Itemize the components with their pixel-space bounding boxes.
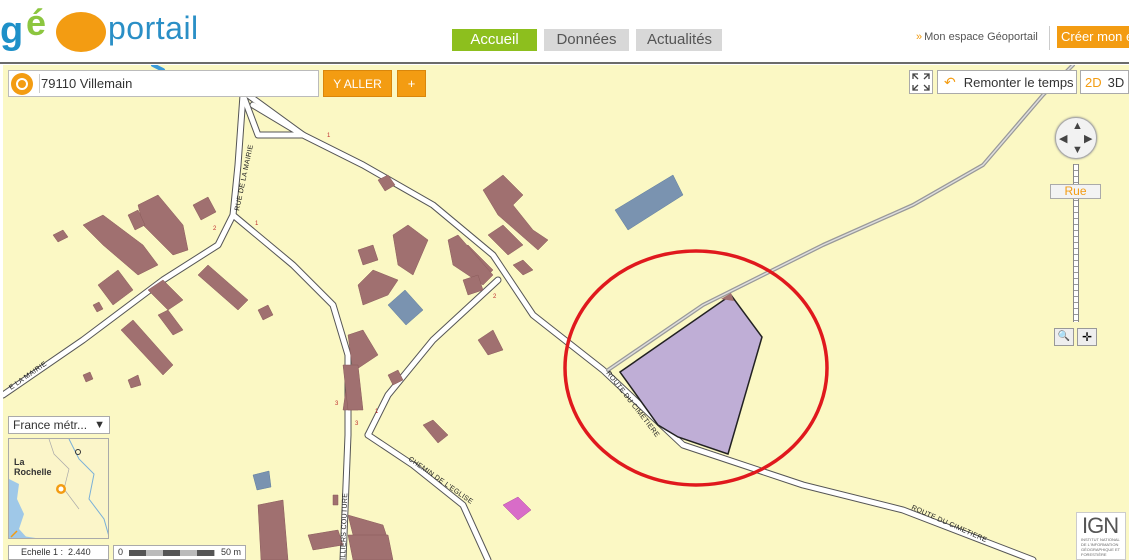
mode-2d-button[interactable]: 2D [1085,75,1102,90]
create-account-button[interactable]: Créer mon e [1057,26,1129,48]
ign-logo[interactable]: IGN INSTITUT NATIONAL DE L'INFORMATION G… [1076,512,1126,560]
go-button[interactable]: Y ALLER [323,70,392,97]
zoom-box-icon[interactable]: 🔍 [1054,328,1074,346]
scale-bar: 0 50 m [113,545,246,560]
map-layer: 1 2 1 2 3 3 1 RUE DE LA MAIRIE E LA MAIR… [3,65,1075,560]
pan-down-icon[interactable]: ▼ [1072,144,1083,156]
header-bar: g é portail Accueil Données Actualités »… [0,0,1129,64]
svg-text:1: 1 [327,133,331,139]
street-label-rue-mairie-2: E LA MAIRIE [8,361,48,392]
street-label-chemin-eglise: CHEMIN DE L'EGLISE [407,456,474,506]
search-bar [8,70,319,97]
mon-espace-link[interactable]: » Mon espace Géoportail [916,31,1038,43]
territory-select[interactable]: France métr... ▼ [8,416,110,434]
zoom-level-label[interactable]: Rue [1050,184,1101,199]
logo-geo-mark: g é [0,2,108,54]
geoportail-logo[interactable]: g é portail [0,2,198,54]
nav-donnees[interactable]: Données [544,29,629,51]
pan-right-icon[interactable]: ▶ [1084,132,1092,145]
remonter-le-temps-button[interactable]: ↶ Remonter le temps [937,70,1077,94]
mode-3d-button[interactable]: 3D [1108,75,1125,90]
main-nav: Accueil Données Actualités [452,29,722,51]
minimap-city-label: La Rochelle [14,457,52,477]
minimap-layer [9,439,108,538]
svg-text:2: 2 [493,294,497,300]
street-label-route-cimetiere-2: ROUTE DU CIMETIERE [910,504,988,544]
svg-text:2: 2 [213,226,217,232]
svg-text:3: 3 [355,421,359,427]
overview-minimap[interactable]: La Rochelle [8,438,109,539]
view-mode-toggle: 2D 3D [1080,70,1129,94]
crosshair-icon[interactable]: ✛ [1077,328,1097,346]
pan-up-icon[interactable]: ▲ [1072,120,1083,132]
dropdown-arrow-icon: ▼ [94,419,105,431]
more-options-button[interactable]: + [397,70,426,97]
fullscreen-button[interactable] [909,70,933,94]
nav-actualites[interactable]: Actualités [636,29,722,51]
scale-ratio: Echelle 1 : 2.440 [8,545,109,560]
svg-text:1: 1 [255,221,259,227]
svg-text:3: 3 [335,401,339,407]
chevron-right-icon: » [916,31,923,43]
locate-icon[interactable] [11,72,33,95]
street-label-rue-couture: ILLIERS COUTURE [340,493,349,560]
pan-control[interactable]: ▲ ▼ ◀ ▶ [1055,117,1097,159]
logo-portail-text: portail [108,10,199,46]
pan-left-icon[interactable]: ◀ [1059,132,1067,145]
search-input[interactable] [41,76,311,91]
header-divider [1049,26,1050,50]
fullscreen-icon [912,73,930,91]
map-canvas[interactable]: 1 2 1 2 3 3 1 RUE DE LA MAIRIE E LA MAIR… [3,65,1129,560]
undo-arrow-icon: ↶ [944,73,956,90]
nav-accueil[interactable]: Accueil [452,29,537,51]
